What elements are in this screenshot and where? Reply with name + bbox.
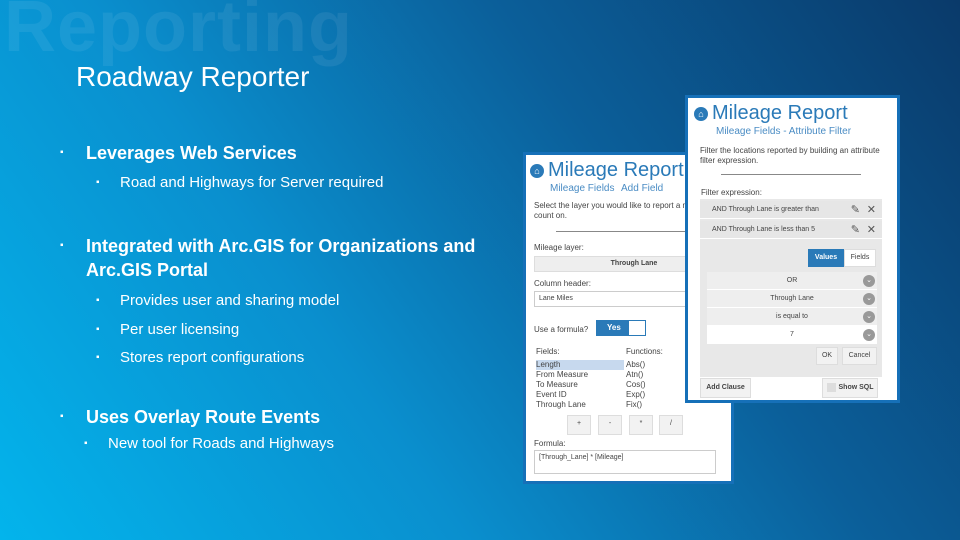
plus-button[interactable]: +: [567, 415, 591, 435]
column-label: Column header:: [534, 279, 591, 288]
fields-tab[interactable]: Fields: [844, 249, 876, 267]
tab-mileage-fields[interactable]: Mileage Fields: [550, 183, 614, 194]
chevron-down-icon: ⌄: [863, 311, 875, 323]
fields-list[interactable]: Length From Measure To Measure Event ID …: [536, 360, 624, 410]
sub-bullet: New tool for Roads and Highways: [84, 434, 334, 454]
list-item[interactable]: To Measure: [536, 380, 624, 390]
slide-title: Roadway Reporter: [76, 61, 310, 92]
panel-title: ⌂ Mileage Report: [694, 102, 848, 125]
panel-title: ⌂ Mileage Report: [530, 159, 684, 182]
home-icon[interactable]: ⌂: [530, 163, 544, 178]
list-item[interactable]: Exp(): [626, 390, 686, 400]
list-item[interactable]: Length: [536, 360, 624, 370]
clause-row: AND Through Lane is less than 5 ✎ ✕: [700, 221, 882, 239]
filter-expression-box: AND Through Lane is greater than ✎ ✕ AND T…: [700, 199, 882, 377]
functions-label: Functions:: [626, 347, 663, 356]
minus-button[interactable]: -: [598, 415, 622, 435]
formula-textarea[interactable]: [Through_Lane] * [Mileage]: [534, 450, 716, 474]
home-icon[interactable]: ⌂: [694, 106, 708, 121]
sub-bullet: Road and Highways for Server required: [96, 173, 383, 193]
list-item[interactable]: From Measure: [536, 370, 624, 380]
chevron-down-icon: ⌄: [863, 275, 875, 287]
values-tab[interactable]: Values: [808, 249, 844, 267]
cancel-button[interactable]: Cancel: [842, 347, 877, 365]
edit-icon[interactable]: ✎: [851, 201, 860, 219]
sub-bullet: Per user licensing: [96, 320, 239, 340]
layer-label: Mileage layer:: [534, 243, 584, 252]
fields-label: Fields:: [536, 347, 560, 356]
show-sql-checkbox[interactable]: Show SQL: [822, 378, 878, 398]
add-clause-button[interactable]: Add Clause: [700, 378, 751, 398]
value-dropdown[interactable]: 7 ⌄: [707, 326, 877, 344]
list-item[interactable]: Abs(): [626, 360, 686, 370]
filter-label: Filter expression:: [701, 188, 762, 197]
instructions: Filter the locations reported by buildin…: [700, 146, 880, 165]
list-item[interactable]: Fix(): [626, 400, 686, 410]
bullet: Leverages Web Services: [60, 141, 297, 165]
list-item[interactable]: Event ID: [536, 390, 624, 400]
formula-label: Use a formula?: [534, 325, 589, 334]
chevron-down-icon: ⌄: [863, 329, 875, 341]
multiply-button[interactable]: *: [629, 415, 653, 435]
comparison-dropdown[interactable]: is equal to ⌄: [707, 308, 877, 326]
functions-list[interactable]: Abs() Atn() Cos() Exp() Fix(): [626, 360, 686, 410]
chevron-down-icon: ⌄: [863, 293, 875, 305]
edit-icon[interactable]: ✎: [851, 221, 860, 239]
close-icon[interactable]: ✕: [867, 201, 876, 219]
ok-button[interactable]: OK: [816, 347, 838, 365]
list-item[interactable]: Atn(): [626, 370, 686, 380]
list-item[interactable]: Cos(): [626, 380, 686, 390]
operator-dropdown[interactable]: OR ⌄: [707, 272, 877, 290]
list-item[interactable]: Through Lane: [536, 400, 624, 410]
panel-subtitle: Mileage Fields - Attribute Filter: [716, 126, 852, 137]
attribute-filter-panel: ⌂ Mileage Report Mileage Fields - Attribu…: [685, 95, 900, 403]
sub-bullet: Stores report configurations: [96, 348, 304, 368]
sub-bullet: Provides user and sharing model: [96, 291, 339, 311]
bullet: Uses Overlay Route Events: [60, 405, 320, 429]
bullet: Integrated with Arc.GIS for Organization…: [60, 234, 492, 282]
formula-toggle[interactable]: Yes: [596, 320, 646, 336]
formula-label: Formula:: [534, 439, 566, 448]
clause-row: AND Through Lane is greater than ✎ ✕: [700, 201, 882, 219]
watermark: Reporting: [4, 0, 353, 67]
field-dropdown[interactable]: Through Lane ⌄: [707, 290, 877, 308]
tab-add-field[interactable]: Add Field: [621, 183, 663, 194]
close-icon[interactable]: ✕: [867, 221, 876, 239]
divide-button[interactable]: /: [659, 415, 683, 435]
